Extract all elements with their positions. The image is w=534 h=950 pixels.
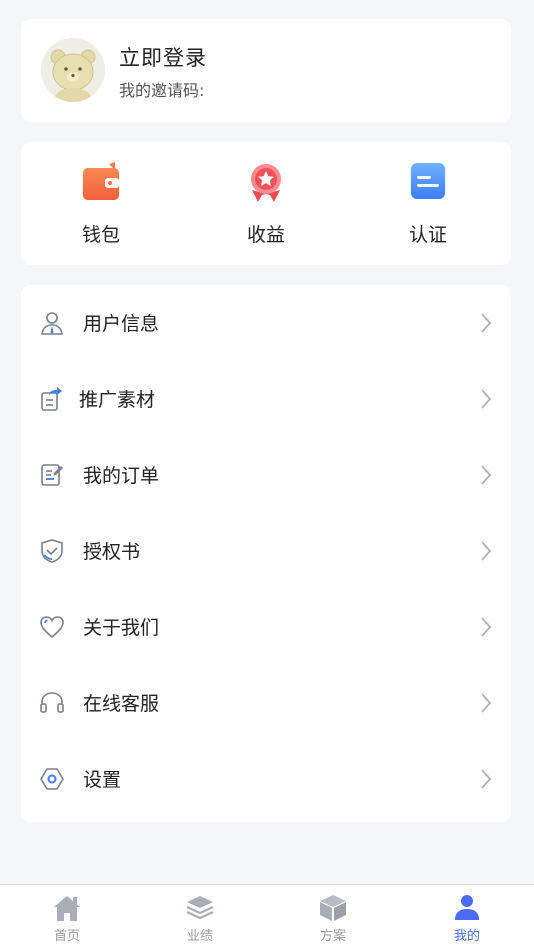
heart-icon	[39, 614, 65, 640]
certification-icon	[406, 160, 450, 204]
menu-item-promo-material[interactable]: 推广素材	[21, 361, 511, 437]
tab-label: 业绩	[186, 929, 213, 944]
avatar[interactable]	[41, 38, 105, 102]
tab-label: 我的	[453, 929, 480, 944]
quick-actions-card: 钱包 收益 认证	[21, 142, 511, 265]
profile-card[interactable]: 立即登录 我的邀请码:	[21, 19, 511, 122]
layers-icon	[185, 893, 215, 923]
tab-home[interactable]: 首页	[27, 893, 107, 944]
menu-label: 推广素材	[79, 389, 156, 411]
invite-code-label: 我的邀请码:	[119, 81, 205, 100]
earnings-button[interactable]: 收益	[206, 160, 326, 247]
chevron-right-icon	[481, 693, 492, 713]
home-icon	[52, 893, 82, 923]
settings-icon	[39, 766, 65, 792]
earnings-label: 收益	[246, 224, 285, 246]
tab-label: 方案	[319, 929, 346, 944]
menu-label: 关于我们	[83, 617, 160, 639]
tab-mine[interactable]: 我的	[427, 893, 507, 944]
chevron-right-icon	[481, 769, 492, 789]
wallet-label: 钱包	[81, 224, 120, 246]
chevron-right-icon	[481, 617, 492, 637]
chevron-right-icon	[481, 313, 492, 333]
tab-plan[interactable]: 方案	[293, 893, 373, 944]
menu-label: 授权书	[83, 541, 141, 563]
headset-icon	[39, 690, 65, 716]
bear-avatar-icon	[41, 38, 105, 102]
tab-performance[interactable]: 业绩	[160, 893, 240, 944]
certification-button[interactable]: 认证	[368, 160, 488, 247]
menu-item-my-orders[interactable]: 我的订单	[21, 437, 511, 513]
menu-item-user-info[interactable]: 用户信息	[21, 285, 511, 361]
login-link[interactable]: 立即登录	[119, 42, 207, 72]
menu-label: 用户信息	[83, 313, 160, 335]
order-icon	[39, 462, 65, 488]
menu-item-online-service[interactable]: 在线客服	[21, 665, 511, 741]
person-icon	[452, 893, 482, 923]
chevron-right-icon	[481, 389, 492, 409]
chevron-right-icon	[481, 541, 492, 561]
menu-label: 在线客服	[83, 693, 160, 715]
menu-item-settings[interactable]: 设置	[21, 741, 511, 817]
menu-item-about-us[interactable]: 关于我们	[21, 589, 511, 665]
menu-label: 设置	[83, 769, 122, 791]
menu-label: 我的订单	[83, 465, 160, 487]
bottom-tab-bar: 首页 业绩 方案 我的	[0, 884, 534, 950]
share-material-icon	[39, 386, 65, 412]
wallet-button[interactable]: 钱包	[41, 160, 161, 247]
box-icon	[318, 893, 348, 923]
wallet-icon	[79, 160, 123, 204]
user-icon	[39, 310, 65, 336]
shield-icon	[39, 538, 65, 564]
menu-card: 用户信息 推广素材 我的订单 授权书 关于我们 在线客服 设置	[21, 285, 511, 822]
tab-label: 首页	[53, 929, 80, 944]
menu-item-authorization[interactable]: 授权书	[21, 513, 511, 589]
chevron-right-icon	[481, 465, 492, 485]
certification-label: 认证	[408, 224, 447, 246]
medal-icon	[244, 160, 288, 204]
